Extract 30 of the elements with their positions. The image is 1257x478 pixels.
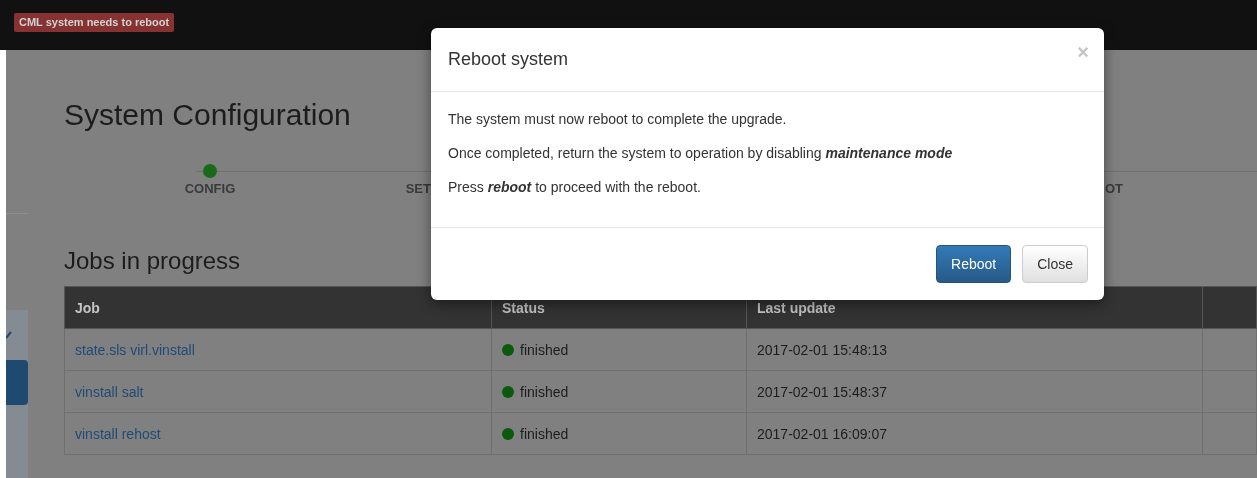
step-label[interactable]: OT xyxy=(1105,181,1124,196)
modal-title: Reboot system xyxy=(448,49,569,70)
dialog-button[interactable]: Reboot xyxy=(936,245,1012,283)
modal-text: The system must now reboot to complete the upgrade. xyxy=(448,110,788,128)
job-link[interactable]: state.sls virl.vinstall xyxy=(75,341,195,358)
modal-text: Press reboot to proceed with the reboot. xyxy=(448,178,702,196)
alert-badge: CML system needs to reboot xyxy=(14,13,175,32)
table-cell xyxy=(1202,328,1257,371)
status-text: finished xyxy=(520,383,569,400)
status-text: finished xyxy=(520,341,569,358)
chevron-icon xyxy=(6,330,12,340)
table-cell: 2017-02-01 15:48:37 xyxy=(746,370,1203,413)
status-text: finished xyxy=(520,425,569,442)
section-heading: Jobs in progress xyxy=(64,246,241,276)
step-label[interactable]: CONFIG xyxy=(184,181,236,196)
modal-text: Once completed, return the system to operation by disabling maintenance mode xyxy=(448,144,954,162)
status-dot-icon xyxy=(502,343,514,356)
step-label[interactable]: SET xyxy=(405,181,431,196)
table-cell: 2017-02-01 15:48:13 xyxy=(746,328,1203,371)
job-link[interactable]: vinstall salt xyxy=(75,383,144,400)
page-title: System Configuration xyxy=(64,97,351,133)
column-header xyxy=(1202,286,1257,329)
job-link[interactable]: vinstall rehost xyxy=(75,425,161,442)
dialog-button[interactable]: Close xyxy=(1022,245,1088,283)
close-button[interactable]: × xyxy=(1077,42,1089,62)
sidebar-item[interactable] xyxy=(6,360,28,405)
status-dot-icon xyxy=(502,427,514,440)
status-dot-icon xyxy=(502,385,514,398)
column-header: Job xyxy=(64,286,492,329)
table-cell: 2017-02-01 16:09:07 xyxy=(746,412,1203,455)
